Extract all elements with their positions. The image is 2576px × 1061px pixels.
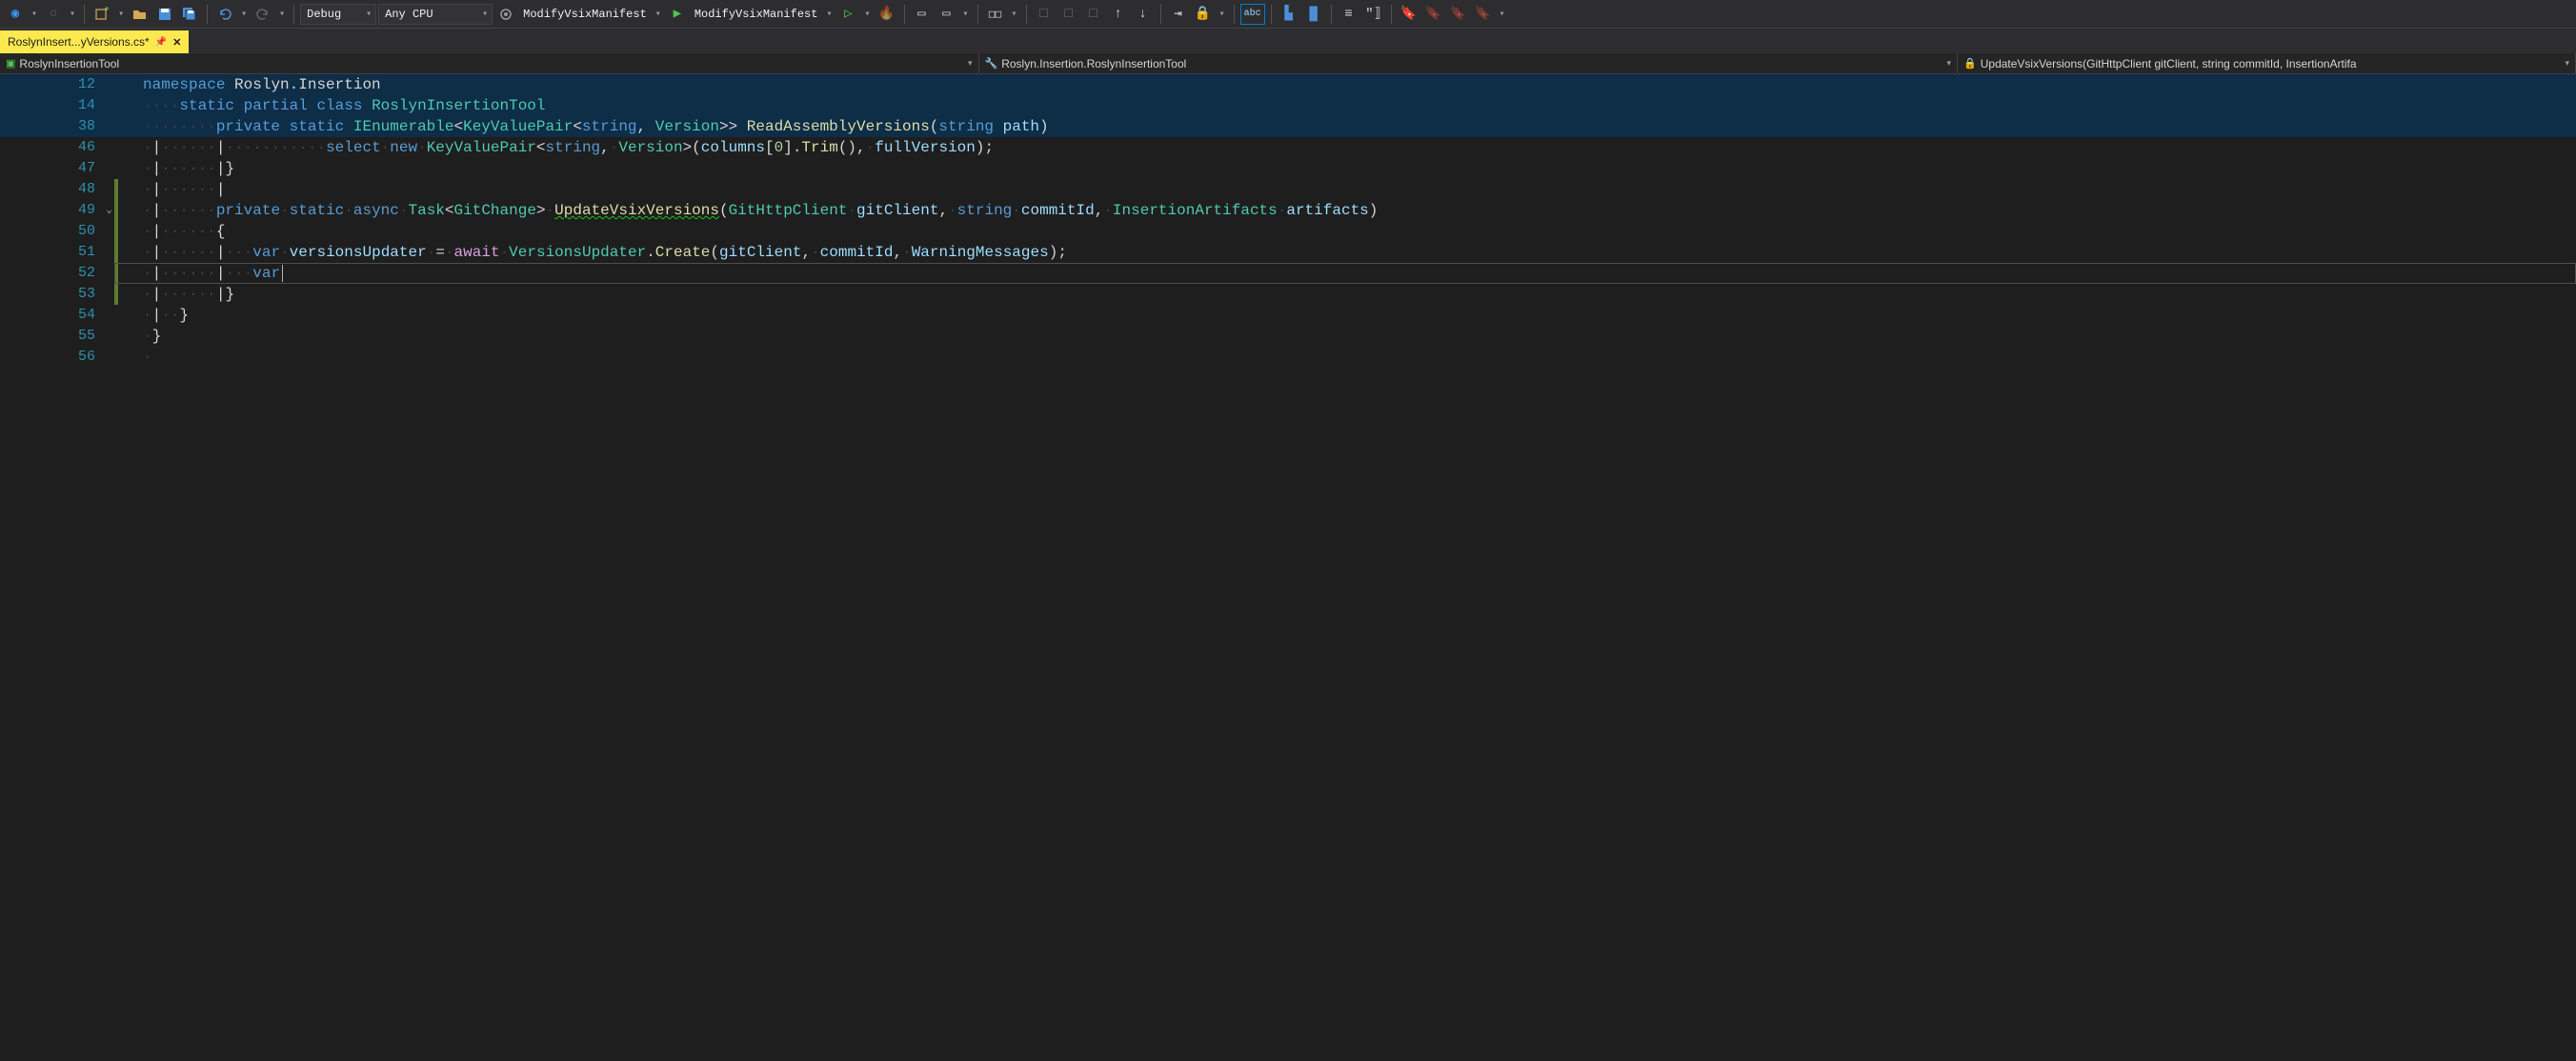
line-number: 46	[0, 137, 114, 158]
layout-button-2[interactable]: ▭	[936, 4, 958, 25]
play-outline-button[interactable]: ▷	[836, 4, 859, 25]
arrow-down-button[interactable]: ↓	[1132, 4, 1155, 25]
line-number: 49⌄	[0, 200, 114, 221]
code-line: ·|······|···········select·new·KeyValueP…	[114, 137, 2576, 158]
line-number: 53	[0, 284, 114, 305]
code-line: namespace Roslyn.Insertion	[114, 74, 2576, 95]
open-file-button[interactable]	[129, 4, 151, 25]
code-line: ·}	[114, 326, 2576, 347]
method-lock-icon: 🔒	[1963, 57, 1977, 70]
start-debug-button[interactable]	[494, 4, 517, 25]
start-without-debug-button[interactable]: ▶	[666, 4, 689, 25]
class-icon: 🔧	[985, 57, 998, 70]
bookmark-clear-button[interactable]: 🔖	[1472, 4, 1495, 25]
line-number: 55	[0, 326, 114, 347]
code-line-current: ·|······|···var	[114, 263, 2576, 284]
solution-config-combo[interactable]: Debug	[300, 4, 376, 25]
save-all-icon	[182, 7, 197, 22]
start-nodebug-label: ModifyVsixManifest	[691, 8, 822, 21]
comment-block-button[interactable]: □	[1082, 4, 1105, 25]
layout-button-1[interactable]: ▭	[911, 4, 934, 25]
pin-icon[interactable]: 📌	[155, 37, 167, 48]
gear-play-icon	[498, 7, 513, 22]
line-number: 52	[0, 263, 114, 284]
line-number: 47	[0, 158, 114, 179]
line-number: 54	[0, 305, 114, 326]
code-line: ·|······|}	[114, 284, 2576, 305]
code-line: ·|······|···var·versionsUpdater·=·await·…	[114, 242, 2576, 263]
code-editor[interactable]: 12 14 38 46 47 48 49⌄ 50 51 52 53 54 55 …	[0, 74, 2576, 1061]
bookmark-prev-button[interactable]: 🔖	[1422, 4, 1445, 25]
nav-member-combo[interactable]: 🔒 UpdateVsixVersions(GitHttpClient gitCl…	[1958, 53, 2576, 73]
nav-member-label: UpdateVsixVersions(GitHttpClient gitClie…	[1981, 57, 2357, 70]
save-button[interactable]	[153, 4, 176, 25]
code-line: ····static partial class RoslynInsertion…	[114, 95, 2576, 116]
code-line: ·|······private·static·async·Task<GitCha…	[114, 200, 2576, 221]
fold-chevron-icon[interactable]: ⌄	[106, 200, 112, 221]
save-icon	[157, 7, 172, 22]
close-icon[interactable]: ✕	[172, 36, 181, 49]
solution-platform-combo[interactable]: Any CPU	[378, 4, 493, 25]
nav-back-button[interactable]: ◉	[4, 4, 27, 25]
hot-reload-button[interactable]: 🔥	[875, 4, 898, 25]
line-number-gutter: 12 14 38 46 47 48 49⌄ 50 51 52 53 54 55 …	[0, 74, 114, 1061]
nav-type-combo[interactable]: 🔧 Roslyn.Insertion.RoslynInsertionTool	[979, 53, 1959, 73]
new-project-button[interactable]	[91, 4, 113, 25]
bookmark-button[interactable]: 🔖	[1398, 4, 1420, 25]
code-line: ·|··}	[114, 305, 2576, 326]
bookmark-next-button[interactable]: 🔖	[1447, 4, 1470, 25]
blue-tool-2[interactable]: ▐▌	[1302, 4, 1325, 25]
indent-button[interactable]: ⇥	[1167, 4, 1190, 25]
new-project-icon	[94, 7, 110, 22]
solution-config-label: Debug	[307, 8, 341, 21]
redo-button[interactable]	[252, 4, 274, 25]
line-number: 50	[0, 221, 114, 242]
blue-tool-1[interactable]: ▙	[1278, 4, 1300, 25]
abc-highlight-button[interactable]: abc	[1240, 4, 1265, 25]
start-target-dropdown[interactable]: ▾	[653, 9, 664, 20]
text-cursor	[282, 265, 283, 282]
arrow-up-button[interactable]: ↑	[1107, 4, 1130, 25]
code-line: ·|······{	[114, 221, 2576, 242]
main-toolbar: ◉ ▾ ○ ▾ ▾ ▾ ▾ Debug Any CPU ModifyVsixMa…	[0, 0, 2576, 29]
nav-project-label: RoslynInsertionTool	[19, 57, 119, 70]
code-line: ········private static IEnumerable<KeyVa…	[114, 116, 2576, 137]
document-tab-bar: RoslynInsert...yVersions.cs* 📌 ✕	[0, 29, 2576, 53]
line-number: 56	[0, 347, 114, 368]
redo-icon	[255, 7, 271, 22]
uncomment-button[interactable]: □	[1057, 4, 1080, 25]
document-tab-title: RoslynInsert...yVersions.cs*	[8, 35, 150, 49]
nav-type-label: Roslyn.Insertion.RoslynInsertionTool	[1001, 57, 1186, 70]
nav-forward-button[interactable]: ○	[42, 4, 65, 25]
solution-platform-label: Any CPU	[385, 8, 433, 21]
line-number: 38	[0, 116, 114, 137]
code-line: ·|······|	[114, 179, 2576, 200]
list-button[interactable]: ≡	[1338, 4, 1360, 25]
code-line: ·|······|}	[114, 158, 2576, 179]
line-number: 51	[0, 242, 114, 263]
line-number: 12	[0, 74, 114, 95]
code-text-area[interactable]: namespace Roslyn.Insertion ····static pa…	[114, 74, 2576, 1061]
comment-button[interactable]: □	[1033, 4, 1056, 25]
quote-button[interactable]: "⟧	[1362, 4, 1385, 25]
csharp-project-icon: ▣	[6, 57, 15, 70]
undo-icon	[217, 7, 232, 22]
nav-back-dropdown[interactable]: ▾	[29, 9, 40, 20]
start-target-label: ModifyVsixManifest	[519, 8, 651, 21]
line-number: 48	[0, 179, 114, 200]
undo-button[interactable]	[213, 4, 236, 25]
line-number: 14	[0, 95, 114, 116]
code-line: ·	[114, 347, 2576, 368]
code-nav-bar: ▣ RoslynInsertionTool 🔧 Roslyn.Insertion…	[0, 53, 2576, 74]
lock-button[interactable]: 🔒	[1192, 4, 1215, 25]
document-tab[interactable]: RoslynInsert...yVersions.cs* 📌 ✕	[0, 30, 189, 53]
folder-open-icon	[132, 7, 148, 22]
step-button[interactable]: □□	[984, 4, 1007, 25]
nav-project-combo[interactable]: ▣ RoslynInsertionTool	[0, 53, 979, 73]
save-all-button[interactable]	[178, 4, 201, 25]
